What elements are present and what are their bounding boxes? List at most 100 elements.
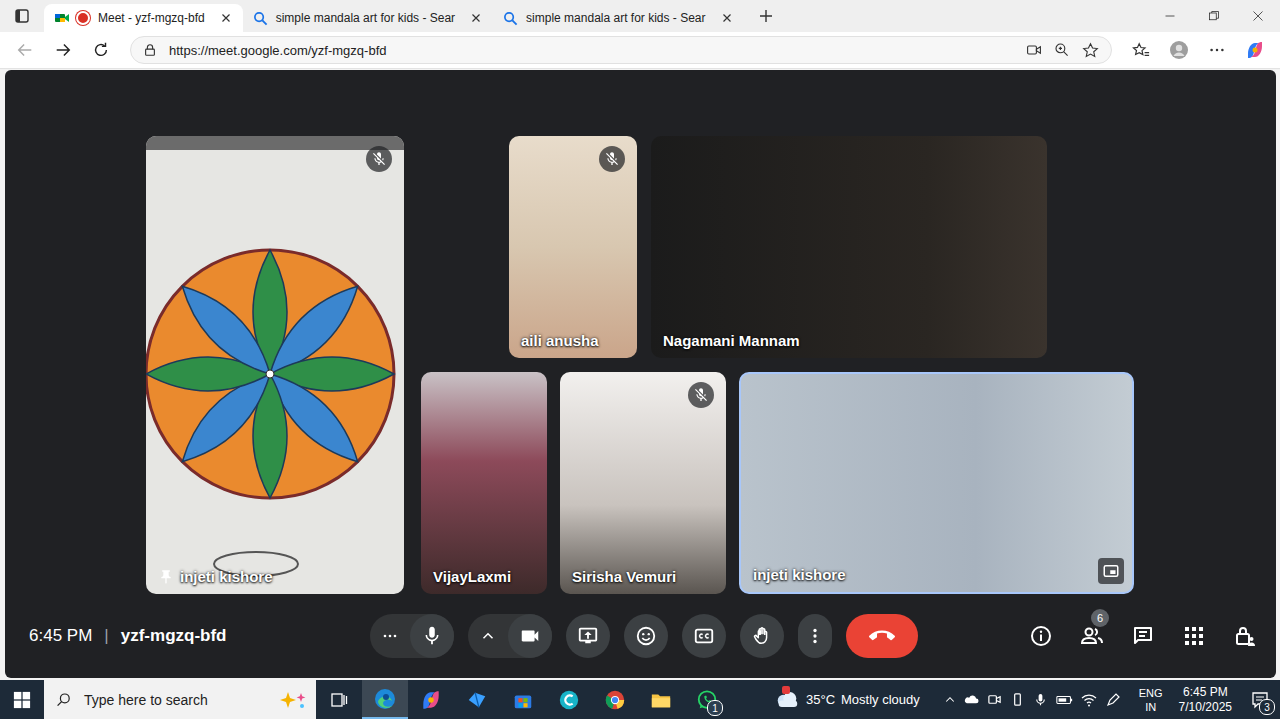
hand-icon — [751, 625, 773, 647]
settings-more-icon[interactable] — [1202, 35, 1232, 65]
tab-actions-icon[interactable] — [8, 2, 36, 30]
reactions-button[interactable] — [624, 614, 668, 658]
show-hidden-icons-icon[interactable] — [944, 694, 956, 706]
chrome-icon[interactable] — [592, 680, 638, 719]
meet-tray-icon[interactable] — [987, 692, 1002, 707]
weather-widget[interactable]: 35°C Mostly cloudy — [764, 690, 930, 709]
edge-icon[interactable] — [362, 680, 408, 719]
taskbar: Type here to search 1 35°C Mostly cloudy… — [0, 680, 1280, 719]
site-info-icon[interactable] — [143, 43, 157, 57]
more-options-button[interactable] — [798, 614, 832, 658]
audio-options-icon[interactable] — [370, 614, 410, 658]
close-window-icon[interactable] — [1236, 0, 1280, 32]
new-tab-icon[interactable] — [752, 2, 780, 30]
participant-grid: injeti kishore aili anusha Nagamani Mann… — [5, 70, 1276, 594]
store-icon[interactable] — [500, 680, 546, 719]
present-screen-button[interactable] — [566, 614, 610, 658]
pin-icon — [158, 569, 174, 585]
copilot-icon[interactable] — [1240, 35, 1270, 65]
video-options-icon[interactable] — [468, 614, 508, 658]
captions-button[interactable] — [682, 614, 726, 658]
participant-name: Nagamani Mannam — [663, 332, 800, 349]
meet-control-bar: 6:45 PM | yzf-mgzq-bfd 6 — [5, 612, 1276, 660]
whatsapp-badge: 1 — [707, 700, 723, 716]
participant-name: injeti kishore — [753, 566, 846, 583]
meeting-info-icon[interactable] — [1028, 623, 1054, 649]
participant-name: VijayLaxmi — [433, 568, 511, 585]
participant-tile[interactable]: aili anusha — [509, 136, 637, 358]
system-tray — [930, 692, 1131, 708]
close-tab-icon[interactable] — [720, 11, 734, 25]
video-control-group — [468, 614, 552, 658]
favorites-icon[interactable] — [1126, 35, 1156, 65]
start-icon[interactable] — [0, 680, 44, 719]
captions-icon — [693, 625, 715, 647]
camera-in-use-icon[interactable] — [1026, 42, 1042, 58]
teal-app-icon[interactable] — [546, 680, 592, 719]
close-tab-icon[interactable] — [469, 11, 483, 25]
present-screen-icon — [577, 625, 599, 647]
search-icon — [503, 11, 518, 26]
meeting-details: 6:45 PM | yzf-mgzq-bfd — [29, 626, 370, 646]
notification-count: 3 — [1259, 699, 1275, 715]
raise-hand-button[interactable] — [740, 614, 784, 658]
browser-tab[interactable]: simple mandala art for kids - Sear — [243, 4, 493, 32]
browser-tab[interactable]: simple mandala art for kids - Sear — [493, 4, 743, 32]
participant-tile[interactable]: Sirisha Vemuri — [560, 372, 726, 594]
people-icon[interactable]: 6 — [1079, 623, 1105, 649]
chat-icon[interactable] — [1130, 623, 1156, 649]
phone-link-icon[interactable] — [1010, 692, 1025, 707]
search-icon — [56, 692, 72, 708]
address-bar[interactable]: https://meet.google.com/yzf-mgzq-bfd — [130, 36, 1112, 64]
microphone-icon — [421, 625, 443, 647]
search-highlight-icon — [278, 690, 308, 710]
favorite-star-icon[interactable] — [1082, 42, 1099, 59]
microphone-button[interactable] — [410, 614, 454, 658]
battery-icon[interactable] — [1056, 693, 1073, 707]
emoji-icon — [635, 625, 657, 647]
profile-icon[interactable] — [1164, 35, 1194, 65]
input-language[interactable]: ENG IN — [1131, 686, 1171, 714]
picture-in-picture-icon[interactable] — [1098, 558, 1124, 584]
participant-tile[interactable]: injeti kishore — [739, 372, 1134, 594]
more-vertical-icon — [804, 625, 826, 647]
pen-icon[interactable] — [1105, 692, 1121, 708]
whatsapp-icon[interactable]: 1 — [684, 680, 730, 719]
forward-icon[interactable] — [48, 35, 78, 65]
refresh-icon[interactable] — [86, 35, 116, 65]
activities-icon[interactable] — [1181, 623, 1207, 649]
close-tab-icon[interactable] — [219, 11, 233, 25]
restore-icon[interactable] — [1192, 0, 1236, 32]
call-controls — [370, 614, 918, 658]
meeting-side-tools: 6 — [1028, 623, 1258, 649]
file-explorer-icon[interactable] — [638, 680, 684, 719]
wifi-icon[interactable] — [1081, 692, 1097, 708]
minimize-icon[interactable] — [1148, 0, 1192, 32]
meet-favicon-icon — [54, 10, 70, 26]
browser-tab[interactable]: Meet - yzf-mgzq-bfd — [44, 4, 243, 32]
onedrive-icon[interactable] — [964, 692, 979, 707]
camera-button[interactable] — [508, 614, 552, 658]
mic-off-icon — [599, 146, 625, 172]
task-view-icon[interactable] — [316, 680, 362, 719]
leave-call-button[interactable] — [846, 614, 918, 658]
meet-page: injeti kishore aili anusha Nagamani Mann… — [0, 69, 1280, 680]
meet-call: injeti kishore aili anusha Nagamani Mann… — [5, 70, 1276, 678]
clock[interactable]: 6:45 PM 7/10/2025 — [1171, 685, 1240, 715]
participant-count: 6 — [1091, 609, 1109, 627]
taskbar-search[interactable]: Type here to search — [44, 680, 316, 719]
participant-tile[interactable]: VijayLaxmi — [421, 372, 547, 594]
zoom-icon[interactable] — [1054, 42, 1070, 58]
mandala-drawing — [146, 136, 404, 594]
participant-name: aili anusha — [521, 332, 599, 349]
host-controls-icon[interactable] — [1232, 623, 1258, 649]
microphone-tray-icon[interactable] — [1033, 692, 1048, 707]
back-icon[interactable] — [10, 35, 40, 65]
recording-icon — [76, 11, 90, 25]
participant-tile[interactable]: Nagamani Mannam — [651, 136, 1047, 358]
participant-tile[interactable]: injeti kishore — [146, 136, 404, 594]
app-icon[interactable] — [454, 680, 500, 719]
copilot-app-icon[interactable] — [408, 680, 454, 719]
notifications-icon[interactable]: 3 — [1240, 680, 1280, 719]
weather-alert-icon — [782, 686, 790, 694]
